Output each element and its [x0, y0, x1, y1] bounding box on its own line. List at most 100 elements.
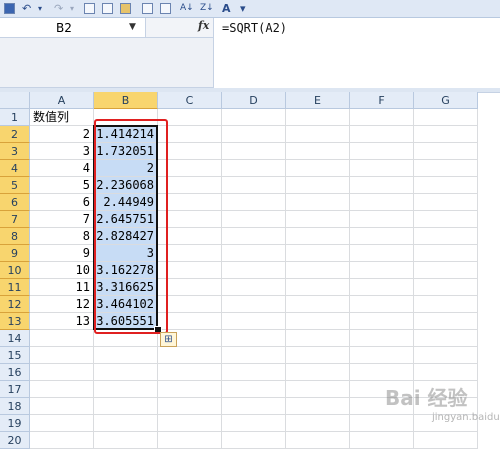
cell-b14[interactable] — [94, 330, 158, 347]
cell-c7[interactable] — [158, 211, 222, 228]
cell-b3[interactable]: 1.732051 — [94, 143, 158, 160]
cell-a5[interactable]: 5 — [30, 177, 94, 194]
cell-c17[interactable] — [158, 381, 222, 398]
cell-c13[interactable] — [158, 313, 222, 330]
cell-f7[interactable] — [350, 211, 414, 228]
cell-g2[interactable] — [414, 126, 478, 143]
cell-f5[interactable] — [350, 177, 414, 194]
cell-b1[interactable] — [94, 109, 158, 126]
cell-e14[interactable] — [286, 330, 350, 347]
row-header-8[interactable]: 8 — [0, 228, 30, 245]
row-header-2[interactable]: 2 — [0, 126, 30, 143]
row-header-11[interactable]: 11 — [0, 279, 30, 296]
cell-f6[interactable] — [350, 194, 414, 211]
row-header-4[interactable]: 4 — [0, 160, 30, 177]
cell-g6[interactable] — [414, 194, 478, 211]
cell-g4[interactable] — [414, 160, 478, 177]
cell-a3[interactable]: 3 — [30, 143, 94, 160]
row-header-7[interactable]: 7 — [0, 211, 30, 228]
auto-fill-options-icon[interactable]: ⊞ — [160, 332, 177, 347]
cell-c4[interactable] — [158, 160, 222, 177]
cell-c3[interactable] — [158, 143, 222, 160]
row-header-1[interactable]: 1 — [0, 109, 30, 126]
row-header-19[interactable]: 19 — [0, 415, 30, 432]
cell-e18[interactable] — [286, 398, 350, 415]
cell-d10[interactable] — [222, 262, 286, 279]
cell-g3[interactable] — [414, 143, 478, 160]
cell-d1[interactable] — [222, 109, 286, 126]
cell-f13[interactable] — [350, 313, 414, 330]
row-header-9[interactable]: 9 — [0, 245, 30, 262]
cell-d6[interactable] — [222, 194, 286, 211]
cell-d9[interactable] — [222, 245, 286, 262]
cell-b20[interactable] — [94, 432, 158, 449]
cell-d18[interactable] — [222, 398, 286, 415]
row-header-5[interactable]: 5 — [0, 177, 30, 194]
cell-c9[interactable] — [158, 245, 222, 262]
cell-a20[interactable] — [30, 432, 94, 449]
font-size-icon[interactable]: A — [222, 2, 231, 15]
cell-a15[interactable] — [30, 347, 94, 364]
cell-g5[interactable] — [414, 177, 478, 194]
cell-e5[interactable] — [286, 177, 350, 194]
row-header-6[interactable]: 6 — [0, 194, 30, 211]
cell-e6[interactable] — [286, 194, 350, 211]
row-header-17[interactable]: 17 — [0, 381, 30, 398]
cell-b12[interactable]: 3.464102 — [94, 296, 158, 313]
select-all-corner[interactable] — [0, 92, 30, 109]
cell-a6[interactable]: 6 — [30, 194, 94, 211]
cell-d15[interactable] — [222, 347, 286, 364]
cell-d20[interactable] — [222, 432, 286, 449]
cell-d19[interactable] — [222, 415, 286, 432]
cell-c15[interactable] — [158, 347, 222, 364]
cell-g12[interactable] — [414, 296, 478, 313]
cell-c12[interactable] — [158, 296, 222, 313]
cell-b5[interactable]: 2.236068 — [94, 177, 158, 194]
cell-d8[interactable] — [222, 228, 286, 245]
fx-icon[interactable]: fx — [198, 19, 209, 32]
chevron-down-icon[interactable]: ▼ — [129, 17, 136, 37]
cell-a1[interactable]: 数值列 — [30, 109, 94, 126]
cell-e2[interactable] — [286, 126, 350, 143]
cell-a11[interactable]: 11 — [30, 279, 94, 296]
cell-e19[interactable] — [286, 415, 350, 432]
cell-g14[interactable] — [414, 330, 478, 347]
cell-f8[interactable] — [350, 228, 414, 245]
column-header-f[interactable]: F — [350, 92, 414, 109]
cell-a14[interactable] — [30, 330, 94, 347]
cell-g15[interactable] — [414, 347, 478, 364]
cell-c11[interactable] — [158, 279, 222, 296]
cell-a18[interactable] — [30, 398, 94, 415]
cell-c20[interactable] — [158, 432, 222, 449]
chart-icon[interactable] — [120, 3, 131, 14]
cell-f11[interactable] — [350, 279, 414, 296]
cell-d3[interactable] — [222, 143, 286, 160]
chevron-down-icon[interactable]: ▾ — [70, 2, 74, 15]
cell-f15[interactable] — [350, 347, 414, 364]
cell-g9[interactable] — [414, 245, 478, 262]
cell-d13[interactable] — [222, 313, 286, 330]
insert-table-icon[interactable] — [84, 3, 95, 14]
cell-d5[interactable] — [222, 177, 286, 194]
column-header-d[interactable]: D — [222, 92, 286, 109]
cell-b13[interactable]: 3.605551 — [94, 313, 158, 330]
cell-c2[interactable] — [158, 126, 222, 143]
name-box[interactable]: B2 ▼ — [0, 18, 146, 38]
cell-d12[interactable] — [222, 296, 286, 313]
cell-f4[interactable] — [350, 160, 414, 177]
cell-g7[interactable] — [414, 211, 478, 228]
cell-e3[interactable] — [286, 143, 350, 160]
cell-b6[interactable]: 2.44949 — [94, 194, 158, 211]
cell-b9[interactable]: 3 — [94, 245, 158, 262]
cell-d11[interactable] — [222, 279, 286, 296]
print-icon[interactable] — [142, 3, 153, 14]
row-header-14[interactable]: 14 — [0, 330, 30, 347]
cell-b17[interactable] — [94, 381, 158, 398]
cell-c19[interactable] — [158, 415, 222, 432]
column-header-b[interactable]: B — [94, 92, 158, 109]
cell-a16[interactable] — [30, 364, 94, 381]
cell-f10[interactable] — [350, 262, 414, 279]
row-header-13[interactable]: 13 — [0, 313, 30, 330]
cell-a8[interactable]: 8 — [30, 228, 94, 245]
row-header-15[interactable]: 15 — [0, 347, 30, 364]
